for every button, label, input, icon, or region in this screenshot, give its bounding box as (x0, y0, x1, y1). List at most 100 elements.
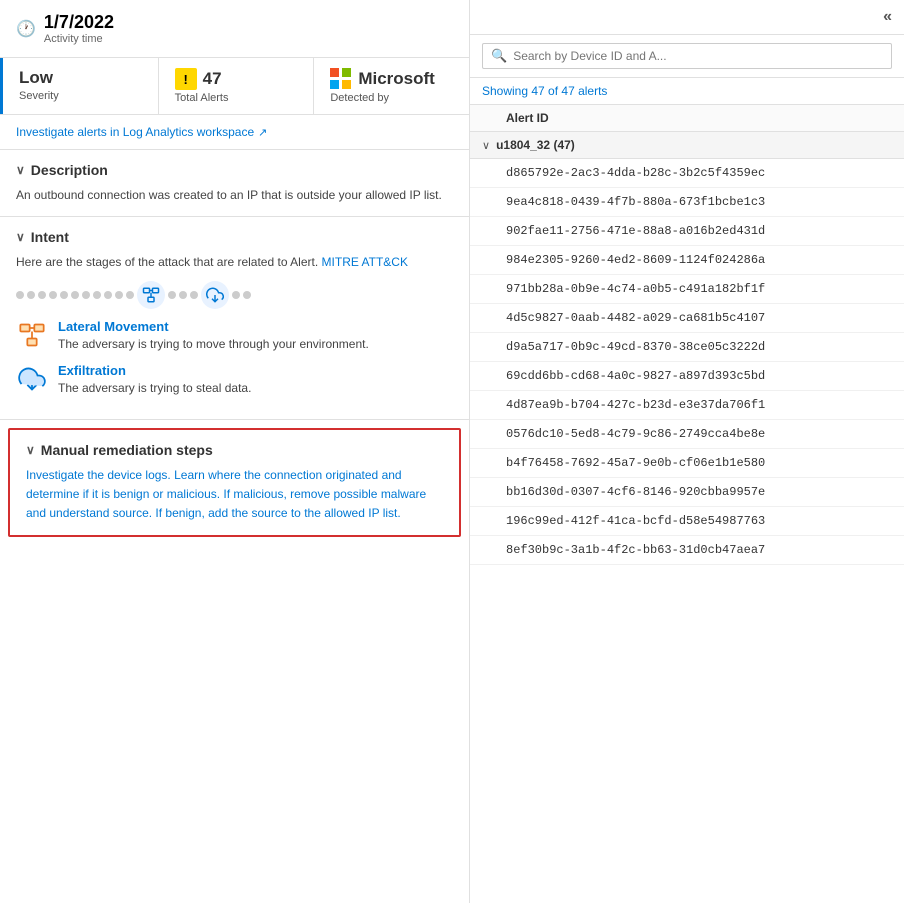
alerts-table: Alert ID ∨ u1804_32 (47) d865792e-2ac3-4… (470, 105, 904, 903)
alert-id-text: 971bb28a-0b9e-4c74-a0b5-c491a182bf1f (506, 282, 765, 296)
lateral-movement-text: Lateral Movement The adversary is trying… (58, 319, 369, 353)
exfiltration-title: Exfiltration (58, 363, 251, 378)
chain-dot-16 (243, 291, 251, 299)
lateral-movement-item: Lateral Movement The adversary is trying… (16, 319, 453, 353)
manual-remediation-section: ∨ Manual remediation steps Investigate t… (8, 428, 461, 538)
description-text: An outbound connection was created to an… (16, 186, 453, 204)
alert-row[interactable]: 196c99ed-412f-41ca-bcfd-d58e54987763 (470, 507, 904, 536)
alert-row[interactable]: d865792e-2ac3-4dda-b28c-3b2c5f4359ec (470, 159, 904, 188)
chain-dot-13 (179, 291, 187, 299)
stats-row: Low Severity ! 47 Total Alerts Microsoft… (0, 58, 469, 115)
external-link-icon: ↗ (258, 126, 267, 139)
alert-row[interactable]: b4f76458-7692-45a7-9e0b-cf06e1b1e580 (470, 449, 904, 478)
showing-count: Showing 47 of 47 alerts (482, 84, 607, 98)
exfiltration-desc: The adversary is trying to steal data. (58, 380, 251, 397)
manual-remediation-title: Manual remediation steps (41, 442, 213, 458)
alert-id-text: b4f76458-7692-45a7-9e0b-cf06e1b1e580 (506, 456, 765, 470)
lateral-movement-chain-icon (137, 281, 165, 309)
alert-row[interactable]: 902fae11-2756-471e-88a8-a016b2ed431d (470, 217, 904, 246)
alert-id-col-header: Alert ID (506, 111, 549, 125)
total-alerts-cell: ! 47 Total Alerts (159, 58, 315, 114)
chain-dot-8 (93, 291, 101, 299)
right-top-bar: « (470, 0, 904, 35)
detected-by-value: Microsoft (358, 69, 435, 89)
chain-dot-2 (27, 291, 35, 299)
severity-label: Severity (19, 90, 142, 102)
left-panel: 🕐 1/7/2022 Activity time Low Severity ! … (0, 0, 470, 903)
alert-row[interactable]: 8ef30b9c-3a1b-4f2c-bb63-31d0cb47aea7 (470, 536, 904, 565)
microsoft-icon (330, 68, 352, 90)
alert-icon: ! (175, 68, 197, 90)
alert-row[interactable]: 9ea4c818-0439-4f7b-880a-673f1bcbe1c3 (470, 188, 904, 217)
alert-id-text: bb16d30d-0307-4cf6-8146-920cbba9957e (506, 485, 765, 499)
alert-id-text: d865792e-2ac3-4dda-b28c-3b2c5f4359ec (506, 166, 765, 180)
search-input-wrap: 🔍 (482, 43, 892, 69)
investigate-link[interactable]: Investigate alerts in Log Analytics work… (0, 115, 469, 150)
chain-dot-7 (82, 291, 90, 299)
search-input[interactable] (513, 49, 883, 63)
alert-id-text: 902fae11-2756-471e-88a8-a016b2ed431d (506, 224, 765, 238)
alert-row[interactable]: 0576dc10-5ed8-4c79-9c86-2749cca4be8e (470, 420, 904, 449)
total-alerts-value: 47 (203, 69, 222, 89)
intent-subtitle: Here are the stages of the attack that a… (16, 253, 453, 271)
lateral-movement-icon (16, 319, 48, 351)
intent-header[interactable]: ∨ Intent (16, 229, 453, 245)
chain-dot-6 (71, 291, 79, 299)
chain-dot-3 (38, 291, 46, 299)
alert-row[interactable]: 984e2305-9260-4ed2-8609-1124f024286a (470, 246, 904, 275)
alert-id-text: 196c99ed-412f-41ca-bcfd-d58e54987763 (506, 514, 765, 528)
alert-row[interactable]: d9a5a717-0b9c-49cd-8370-38ce05c3222d (470, 333, 904, 362)
search-bar: 🔍 (470, 35, 904, 78)
alert-row[interactable]: bb16d30d-0307-4cf6-8146-920cbba9957e (470, 478, 904, 507)
chain-dot-14 (190, 291, 198, 299)
description-header[interactable]: ∨ Description (16, 162, 453, 178)
attack-chain (16, 281, 453, 309)
alert-row[interactable]: 4d87ea9b-b704-427c-b23d-e3e37da706f1 (470, 391, 904, 420)
remediation-text: Investigate the device logs. Learn where… (26, 466, 443, 524)
investigate-anchor[interactable]: Investigate alerts in Log Analytics work… (16, 125, 254, 139)
severity-cell: Low Severity (0, 58, 159, 114)
intent-section: ∨ Intent Here are the stages of the atta… (0, 217, 469, 420)
chain-dot-10 (115, 291, 123, 299)
chain-dot-4 (49, 291, 57, 299)
alert-rows-container: d865792e-2ac3-4dda-b28c-3b2c5f4359ec 9ea4… (470, 159, 904, 565)
description-title: Description (31, 162, 108, 178)
intent-chevron: ∨ (16, 230, 25, 244)
exfiltration-text: Exfiltration The adversary is trying to … (58, 363, 251, 397)
right-panel: « 🔍 Showing 47 of 47 alerts Alert ID ∨ u… (470, 0, 904, 903)
remediation-text-blue: Investigate the device logs. Learn where… (26, 468, 426, 520)
intent-subtitle-text: Here are the stages of the attack that a… (16, 255, 318, 269)
showing-text: Showing 47 of 47 alerts (470, 78, 904, 105)
lateral-movement-title: Lateral Movement (58, 319, 369, 334)
chain-dot-9 (104, 291, 112, 299)
chain-dot-11 (126, 291, 134, 299)
search-icon: 🔍 (491, 48, 507, 64)
alert-row[interactable]: 4d5c9827-0aab-4482-a029-ca681b5c4107 (470, 304, 904, 333)
alert-row[interactable]: 69cdd6bb-cd68-4a0c-9827-a897d393c5bd (470, 362, 904, 391)
mitre-link[interactable]: MITRE ATT&CK (322, 255, 408, 269)
total-alerts-label: Total Alerts (175, 92, 298, 104)
exfiltration-item: Exfiltration The adversary is trying to … (16, 363, 453, 397)
alert-row[interactable]: 971bb28a-0b9e-4c74-a0b5-c491a182bf1f (470, 275, 904, 304)
alert-id-text: 69cdd6bb-cd68-4a0c-9827-a897d393c5bd (506, 369, 765, 383)
group-label: u1804_32 (47) (496, 138, 575, 152)
clock-icon: 🕐 (16, 19, 36, 39)
chain-dot-5 (60, 291, 68, 299)
group-row[interactable]: ∨ u1804_32 (47) (470, 132, 904, 159)
manual-remediation-header[interactable]: ∨ Manual remediation steps (26, 442, 443, 458)
manual-remediation-chevron: ∨ (26, 443, 35, 457)
alert-id-text: 9ea4c818-0439-4f7b-880a-673f1bcbe1c3 (506, 195, 765, 209)
header-bar: 🕐 1/7/2022 Activity time (0, 0, 469, 58)
description-section: ∨ Description An outbound connection was… (0, 150, 469, 217)
alert-id-text: 8ef30b9c-3a1b-4f2c-bb63-31d0cb47aea7 (506, 543, 765, 557)
exfiltration-chain-icon (201, 281, 229, 309)
activity-date: 1/7/2022 (44, 12, 114, 33)
alert-id-text: 984e2305-9260-4ed2-8609-1124f024286a (506, 253, 765, 267)
severity-value: Low (19, 68, 142, 88)
activity-time-label: Activity time (44, 33, 114, 45)
chain-dot-12 (168, 291, 176, 299)
collapse-button[interactable]: « (883, 8, 892, 26)
intent-title: Intent (31, 229, 69, 245)
table-header: Alert ID (470, 105, 904, 132)
alert-id-text: 4d5c9827-0aab-4482-a029-ca681b5c4107 (506, 311, 765, 325)
